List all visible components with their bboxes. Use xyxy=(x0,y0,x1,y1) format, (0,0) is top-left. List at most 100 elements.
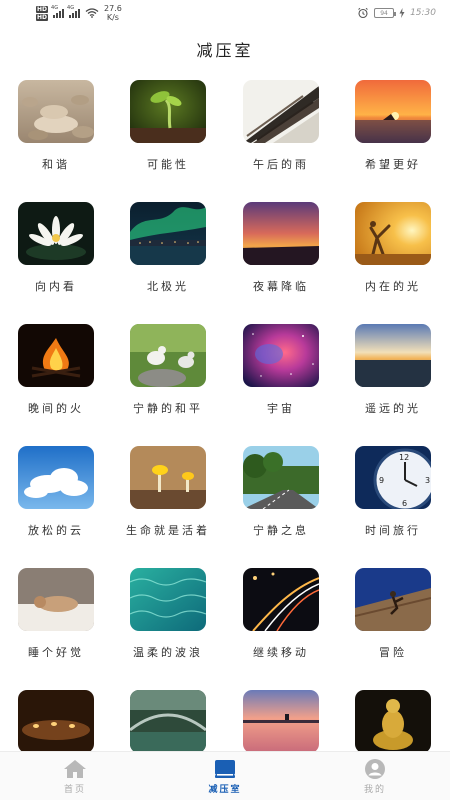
dusk-image xyxy=(243,202,319,265)
grid-item[interactable]: 午后的雨 xyxy=(225,80,337,190)
nav-relax-room-label: 减压室 xyxy=(208,784,242,795)
grid-item[interactable]: 夜幕降临 xyxy=(225,202,337,312)
sleeping-cat-image xyxy=(18,568,94,631)
book-icon xyxy=(212,758,238,780)
grid-item-label: 温柔的波浪 xyxy=(133,646,203,659)
profile-icon xyxy=(362,758,388,780)
grid-item[interactable]: 和谐 xyxy=(0,80,112,190)
grid-item-label: 和谐 xyxy=(42,158,70,171)
clouds-image xyxy=(18,446,94,509)
grid-item[interactable] xyxy=(225,690,337,751)
lake-sunset-image xyxy=(243,690,319,751)
sunset-sea-image xyxy=(355,80,431,143)
grid-item-label: 遥远的光 xyxy=(365,402,421,415)
grid-item-label: 继续移动 xyxy=(253,646,309,659)
grid-item-label: 午后的雨 xyxy=(253,158,309,171)
grid-item[interactable] xyxy=(337,690,449,751)
mushrooms-image xyxy=(130,446,206,509)
nebula-image xyxy=(243,324,319,387)
nav-home-label: 首页 xyxy=(63,784,86,795)
svg-text:9: 9 xyxy=(379,476,384,485)
grid-item[interactable]: 睡个好觉 xyxy=(0,568,112,678)
grid-item[interactable]: 晚间的火 xyxy=(0,324,112,434)
nav-profile[interactable]: 我的 xyxy=(300,752,450,800)
svg-text:3: 3 xyxy=(425,476,430,485)
grid-item-label: 睡个好觉 xyxy=(28,646,84,659)
grid-item[interactable]: 宁静之息 xyxy=(225,446,337,556)
home-icon xyxy=(62,758,88,780)
aurora-image xyxy=(130,202,206,265)
clock-time: 15:30 xyxy=(410,8,436,18)
grid-item[interactable]: 希望更好 xyxy=(337,80,449,190)
page-title: 减压室 xyxy=(196,41,254,60)
network-type: 4G xyxy=(67,5,75,11)
grid-item[interactable] xyxy=(112,690,224,751)
grid-item-label: 宁静的和平 xyxy=(133,402,203,415)
grid-item[interactable]: 遥远的光 xyxy=(337,324,449,434)
signal-icon: 4G xyxy=(67,5,81,18)
stones-image xyxy=(18,80,94,143)
grid-item[interactable] xyxy=(0,690,112,751)
grid-item[interactable]: 向内看 xyxy=(0,202,112,312)
hd-badge: HD xyxy=(36,13,49,21)
status-bar: HD HD 4G 4G 27.6 K/s 94 15:30 xyxy=(0,0,450,26)
candles-image xyxy=(18,690,94,751)
campfire-image xyxy=(18,324,94,387)
grid-item[interactable]: 温柔的波浪 xyxy=(112,568,224,678)
lotus-image xyxy=(18,202,94,265)
light-trails-image xyxy=(243,568,319,631)
doves-image xyxy=(130,324,206,387)
hd-indicator: HD HD xyxy=(36,5,49,21)
bridge-image xyxy=(130,690,206,751)
svg-text:12: 12 xyxy=(399,453,409,462)
grid-item-label: 北极光 xyxy=(147,280,189,293)
buddha-image xyxy=(355,690,431,751)
relaxation-grid: 和谐 可能性 午后的雨 希望更好 向内看 北极光 夜幕降临 内在的光 晚间的火 … xyxy=(0,80,450,751)
grid-item-label: 宇宙 xyxy=(267,402,295,415)
alarm-icon xyxy=(358,7,368,19)
clock-image: 12 3 9 6 xyxy=(355,446,431,509)
grid-item[interactable]: 内在的光 xyxy=(337,202,449,312)
grid-item-label: 放松的云 xyxy=(28,524,84,537)
grid-item[interactable]: 北极光 xyxy=(112,202,224,312)
battery-level: 94 xyxy=(380,9,388,17)
grid-item[interactable]: 冒险 xyxy=(337,568,449,678)
grid-item[interactable]: 可能性 xyxy=(112,80,224,190)
net-speed-value: 27.6 xyxy=(104,4,122,13)
grid-item-label: 宁静之息 xyxy=(253,524,309,537)
grid-item-label: 可能性 xyxy=(147,158,189,171)
road-trees-image xyxy=(243,446,319,509)
sprout-image xyxy=(130,80,206,143)
wifi-icon xyxy=(85,8,99,18)
bottom-nav: 首页 减压室 我的 xyxy=(0,751,450,800)
grid-item[interactable]: 宁静的和平 xyxy=(112,324,224,434)
grid-item-label: 希望更好 xyxy=(365,158,421,171)
network-type: 4G xyxy=(51,5,59,11)
horizon-light-image xyxy=(355,324,431,387)
grid-item-label: 冒险 xyxy=(379,646,407,659)
nav-profile-label: 我的 xyxy=(363,784,386,795)
water-image xyxy=(130,568,206,631)
nav-home[interactable]: 首页 xyxy=(0,752,150,800)
net-speed: 27.6 K/s xyxy=(104,4,122,22)
grid-item-label: 晚间的火 xyxy=(28,402,84,415)
svg-text:6: 6 xyxy=(402,499,407,508)
battery-icon: 94 xyxy=(374,8,397,18)
grid-item[interactable]: 宇宙 xyxy=(225,324,337,434)
hd-badge: HD xyxy=(36,5,49,13)
grid-item-label: 向内看 xyxy=(35,280,77,293)
grid-item-label: 时间旅行 xyxy=(365,524,421,537)
grid-item[interactable]: 生命就是活着 xyxy=(112,446,224,556)
grid-item-label: 内在的光 xyxy=(365,280,421,293)
grid-item-label: 生命就是活着 xyxy=(126,524,210,537)
climber-image xyxy=(355,568,431,631)
grid-item[interactable]: 12 3 9 6 时间旅行 xyxy=(337,446,449,556)
charging-icon xyxy=(399,8,405,18)
grid-item[interactable]: 放松的云 xyxy=(0,446,112,556)
signal-icon: 4G xyxy=(51,5,65,18)
grid-item-label: 夜幕降临 xyxy=(253,280,309,293)
sun-person-image xyxy=(355,202,431,265)
grid-item[interactable]: 继续移动 xyxy=(225,568,337,678)
net-speed-unit: K/s xyxy=(106,13,119,22)
nav-relax-room[interactable]: 减压室 xyxy=(150,752,300,800)
